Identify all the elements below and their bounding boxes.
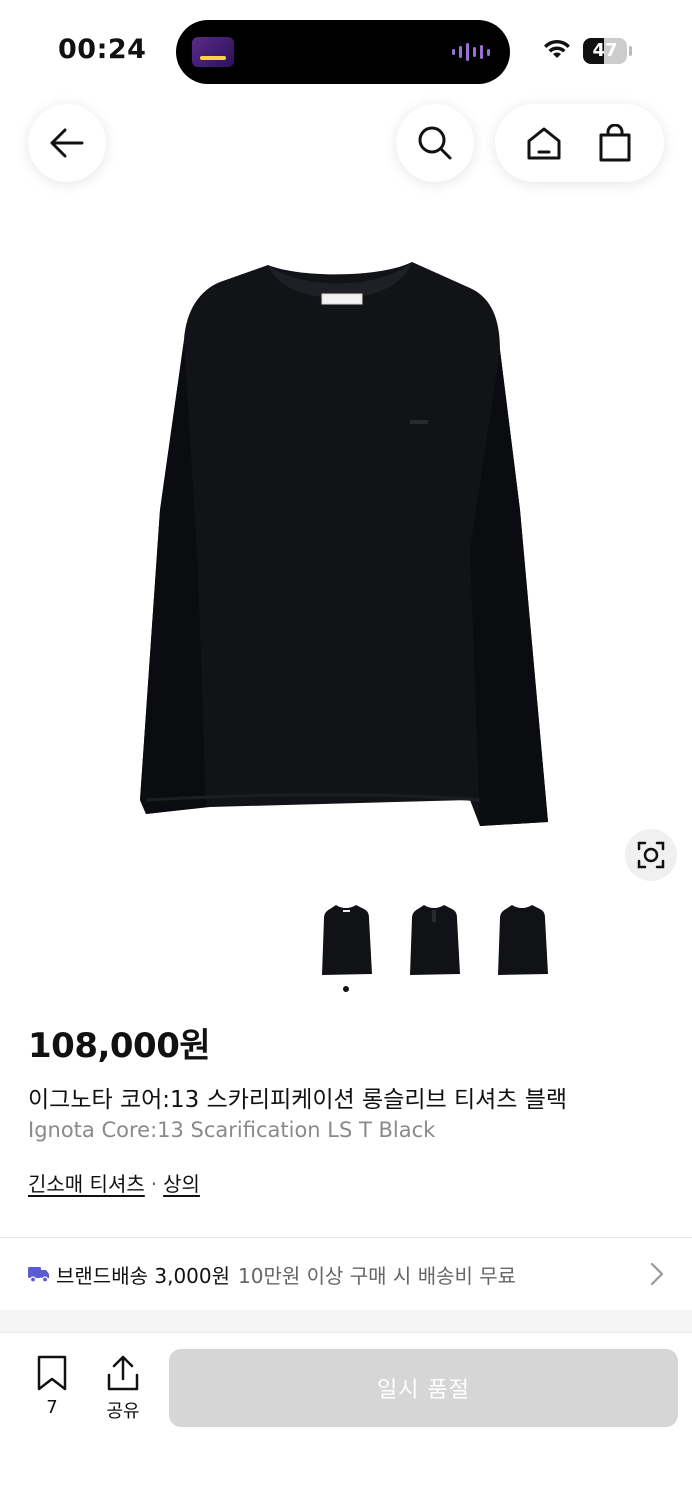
category-link-top[interactable]: 상의: [163, 1172, 200, 1196]
sold-out-button[interactable]: 일시 품절: [169, 1349, 678, 1427]
shopping-bag-icon: [599, 124, 631, 162]
breadcrumb-separator: ·: [150, 1172, 158, 1196]
share-icon: [107, 1355, 139, 1391]
bottom-action-bar: 7 공유 일시 품절: [0, 1332, 692, 1500]
status-time: 00:24: [58, 34, 147, 65]
battery-icon: 47: [583, 38, 627, 64]
now-playing-artwork: [192, 37, 234, 67]
audio-wave-icon: [452, 42, 490, 62]
thumbnail-2[interactable]: [404, 900, 464, 980]
bookmark-button[interactable]: 7: [22, 1355, 82, 1418]
camera-scan-icon: [637, 841, 665, 869]
section-spacer: [0, 1310, 692, 1332]
product-name-korean: 이그노타 코어:13 스카리피케이션 롱슬리브 티셔츠 블랙: [28, 1087, 568, 1113]
chevron-right-icon: [650, 1262, 664, 1286]
carousel-indicator: [343, 986, 349, 992]
shipping-info-row[interactable]: 브랜드배송 3,000원 10만원 이상 구매 시 배송비 무료: [0, 1238, 692, 1310]
nav-pill: [495, 104, 664, 182]
share-button[interactable]: 공유: [93, 1355, 153, 1423]
bookmark-count: 7: [46, 1397, 58, 1418]
bookmark-icon: [37, 1355, 67, 1391]
cart-button[interactable]: [587, 115, 643, 171]
breadcrumb: 긴소매 티셔츠 · 상의: [28, 1168, 200, 1197]
thumbnail-1[interactable]: [316, 900, 376, 980]
dynamic-island[interactable]: [176, 20, 510, 84]
product-price: 108,000원: [28, 1026, 211, 1066]
shipping-fee: 브랜드배송 3,000원: [56, 1263, 231, 1288]
battery-nub: [629, 46, 632, 56]
search-button[interactable]: [396, 104, 474, 182]
search-icon: [418, 126, 452, 160]
home-button[interactable]: [516, 115, 572, 171]
back-button[interactable]: [28, 104, 106, 182]
status-bar: 00:24 47: [0, 0, 692, 100]
arrow-left-icon: [50, 128, 84, 158]
delivery-truck-icon: [28, 1267, 49, 1283]
battery-level: 47: [592, 40, 618, 61]
category-link-long-sleeve[interactable]: 긴소매 티셔츠: [28, 1172, 145, 1196]
product-image[interactable]: [0, 210, 692, 870]
image-search-button[interactable]: [625, 829, 677, 881]
product-name-english: Ignota Core:13 Scarification LS T Black: [28, 1118, 436, 1142]
share-label: 공유: [106, 1401, 140, 1422]
thumbnail-3[interactable]: [492, 900, 552, 980]
free-shipping-condition: 10만원 이상 구매 시 배송비 무료: [238, 1263, 517, 1288]
home-icon: [527, 127, 561, 160]
wifi-icon: [544, 39, 570, 58]
